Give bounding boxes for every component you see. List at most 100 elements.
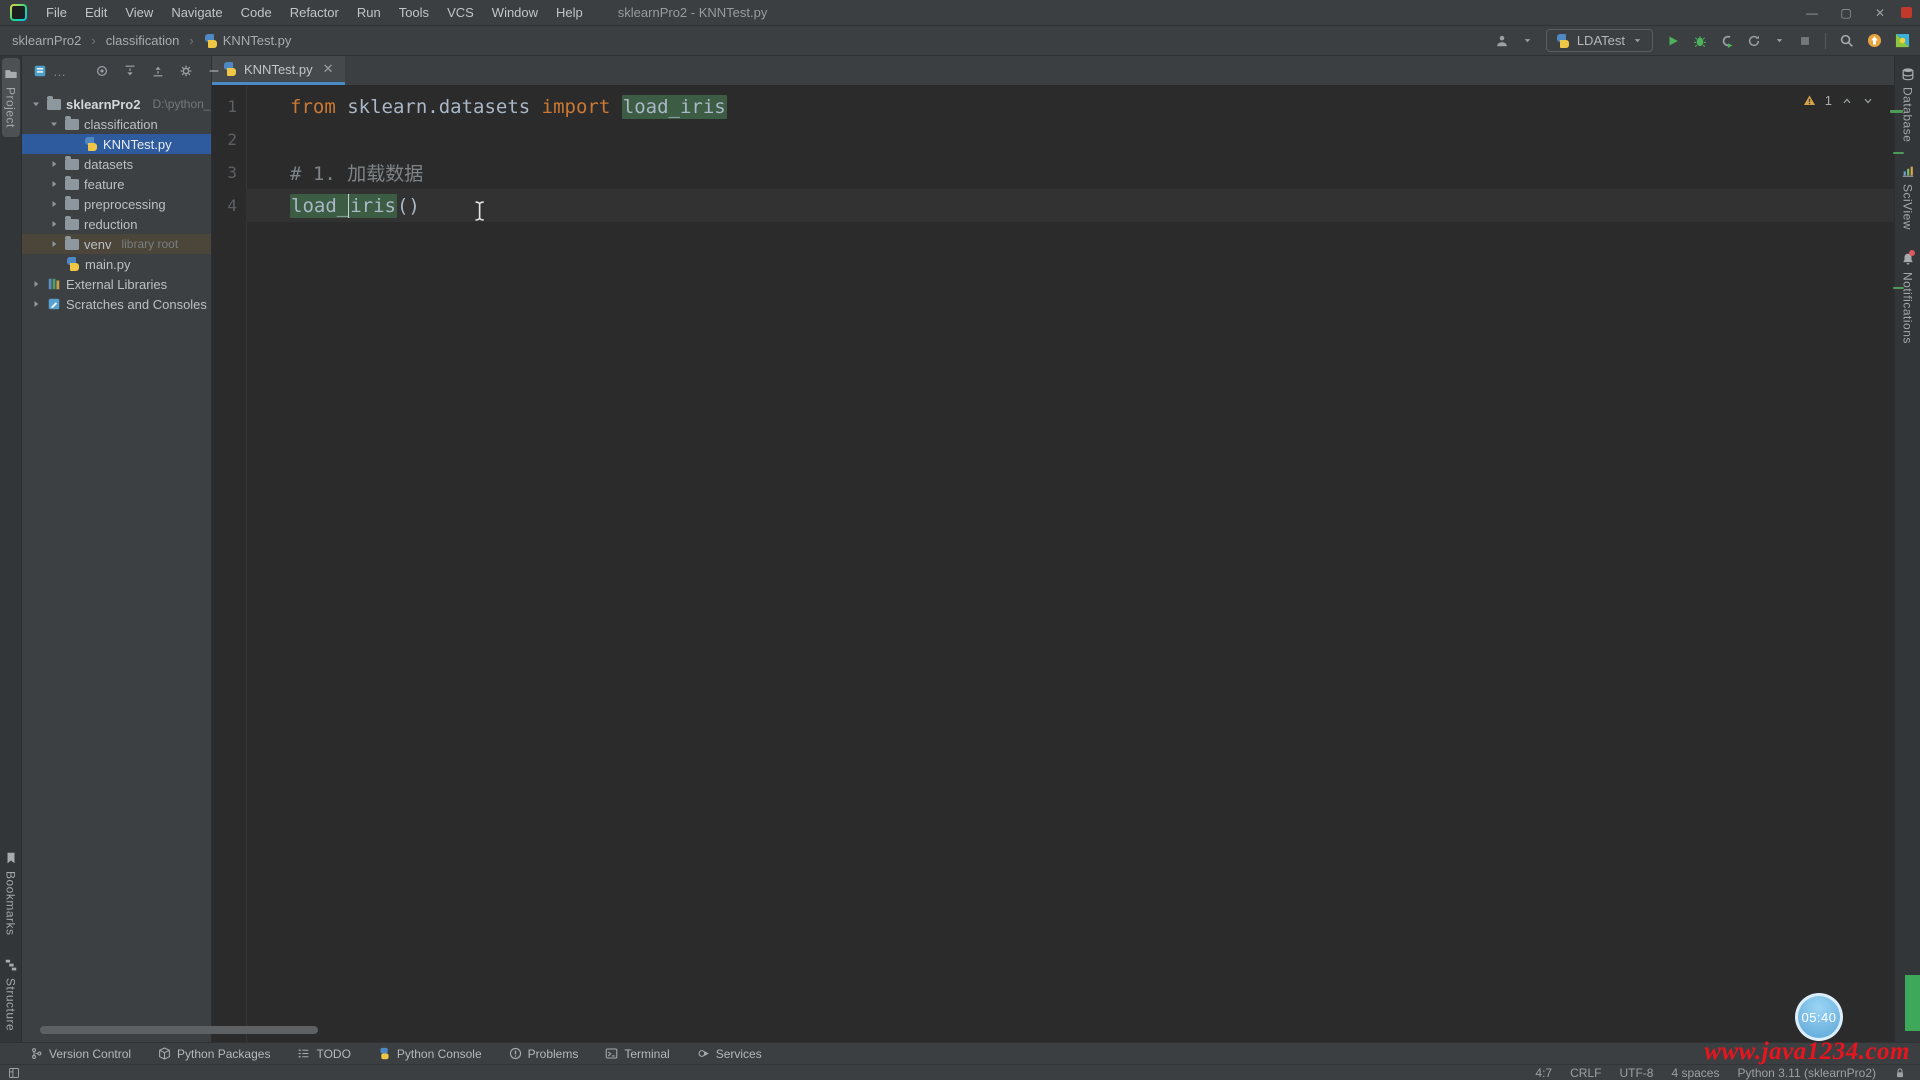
scrollbar-mark xyxy=(1893,287,1904,289)
status-line-separator[interactable]: CRLF xyxy=(1570,1066,1601,1080)
breadcrumb-item-sklearnpro2[interactable]: sklearnPro2 xyxy=(12,33,81,48)
tab-knntest-py[interactable]: KNNTest.py ✕ xyxy=(212,56,345,85)
ide-features-icon[interactable] xyxy=(1895,33,1910,48)
tree-item-preprocessing[interactable]: preprocessing xyxy=(22,194,211,214)
chevron-down-icon[interactable] xyxy=(1774,35,1785,46)
run-with-coverage-button[interactable] xyxy=(1720,34,1734,48)
vcs-user-icon[interactable] xyxy=(1495,34,1509,48)
python-icon xyxy=(1556,34,1570,48)
next-problem-icon[interactable] xyxy=(1862,95,1874,107)
tool-window-button-python-packages[interactable]: Python Packages xyxy=(158,1047,270,1061)
menu-run[interactable]: Run xyxy=(348,0,390,26)
previous-problem-icon[interactable] xyxy=(1841,95,1853,107)
tool-window-tab-bookmarks[interactable]: Bookmarks xyxy=(2,842,20,945)
chevron-down-icon[interactable] xyxy=(1522,35,1533,46)
folder-icon xyxy=(65,219,79,230)
tool-window-button-python-console[interactable]: Python Console xyxy=(378,1047,482,1061)
project-view-icon[interactable] xyxy=(33,64,47,78)
tree-item-classification[interactable]: classification xyxy=(22,114,211,134)
expand-all-icon[interactable] xyxy=(123,64,137,78)
hide-panel-icon[interactable] xyxy=(207,64,221,78)
tree-item-knntest-py[interactable]: KNNTest.py xyxy=(22,134,211,154)
line-number[interactable]: 2 xyxy=(212,123,246,156)
tool-window-button-terminal[interactable]: Terminal xyxy=(605,1047,669,1061)
run-button[interactable] xyxy=(1666,34,1680,48)
update-available-icon[interactable] xyxy=(1867,33,1882,48)
menu-help[interactable]: Help xyxy=(547,0,592,26)
code-line-3[interactable]: 3# 1. 加载数据 xyxy=(212,156,1894,189)
menu-refactor[interactable]: Refactor xyxy=(281,0,348,26)
tree-item-sklearnpro2[interactable]: sklearnPro2D:\python_pro xyxy=(22,94,211,114)
breadcrumb-item-classification[interactable]: classification xyxy=(106,33,180,48)
code-editor[interactable]: 1from sklearn.datasets import load_iris2… xyxy=(212,86,1894,1042)
chevron-right-icon[interactable] xyxy=(30,298,42,310)
ellipsis-icon[interactable]: … xyxy=(53,64,67,79)
code-text[interactable] xyxy=(246,123,1894,156)
code-text[interactable]: # 1. 加载数据 xyxy=(246,156,1894,189)
tool-window-tab-label: Structure xyxy=(4,978,18,1031)
tree-item-scratches-and-consoles[interactable]: Scratches and Consoles xyxy=(22,294,211,314)
tree-item-datasets[interactable]: datasets xyxy=(22,154,211,174)
collapse-all-icon[interactable] xyxy=(151,64,165,78)
project-horizontal-scrollbar[interactable] xyxy=(40,1026,318,1034)
select-opened-file-icon[interactable] xyxy=(95,64,109,78)
status-indent[interactable]: 4 spaces xyxy=(1671,1066,1719,1080)
tree-item-venv[interactable]: venvlibrary root xyxy=(22,234,211,254)
breadcrumb-item-knntest-py[interactable]: KNNTest.py xyxy=(204,33,292,48)
line-number[interactable]: 3 xyxy=(212,156,246,189)
tree-item-reduction[interactable]: reduction xyxy=(22,214,211,234)
chevron-right-icon[interactable] xyxy=(30,278,42,290)
layout-widget-icon[interactable] xyxy=(8,1067,20,1079)
menu-window[interactable]: Window xyxy=(483,0,547,26)
menu-navigate[interactable]: Navigate xyxy=(162,0,231,26)
run-configuration-select[interactable]: LDATest xyxy=(1546,29,1653,52)
menu-tools[interactable]: Tools xyxy=(390,0,438,26)
status-interpreter[interactable]: Python 3.11 (sklearnPro2) xyxy=(1737,1066,1876,1080)
close-button[interactable]: ✕ xyxy=(1863,0,1897,26)
tool-window-button-version-control[interactable]: Version Control xyxy=(30,1047,131,1061)
tool-window-tab-sciview[interactable]: SciView xyxy=(1899,155,1917,239)
chevron-right-icon[interactable] xyxy=(48,238,60,250)
tool-window-tab-structure[interactable]: Structure xyxy=(2,949,20,1040)
tool-window-tab-project[interactable]: Project xyxy=(2,58,20,137)
debug-button[interactable] xyxy=(1693,34,1707,48)
readonly-lock-icon[interactable] xyxy=(1894,1067,1906,1079)
tree-item-external-libraries[interactable]: External Libraries xyxy=(22,274,211,294)
chevron-down-icon[interactable] xyxy=(30,98,42,110)
tool-window-button-problems[interactable]: Problems xyxy=(509,1047,579,1061)
tool-window-tab-database[interactable]: Database xyxy=(1899,58,1917,151)
code-text[interactable]: load_iris() xyxy=(246,189,1894,222)
menu-edit[interactable]: Edit xyxy=(76,0,116,26)
chevron-right-icon[interactable] xyxy=(48,158,60,170)
chevron-right-icon[interactable] xyxy=(48,218,60,230)
status-encoding[interactable]: UTF-8 xyxy=(1619,1066,1653,1080)
close-tab-icon[interactable]: ✕ xyxy=(323,61,334,77)
search-everywhere-icon[interactable] xyxy=(1839,33,1854,48)
tree-item-main-py[interactable]: main.py xyxy=(22,254,211,274)
status-caret-position[interactable]: 4:7 xyxy=(1535,1066,1552,1080)
profiler-button[interactable] xyxy=(1747,34,1761,48)
tree-item-feature[interactable]: feature xyxy=(22,174,211,194)
tool-window-tab-notifications[interactable]: Notifications xyxy=(1899,243,1917,353)
menu-view[interactable]: View xyxy=(116,0,162,26)
editor-column: KNNTest.py ✕ 1from sklearn.datasets impo… xyxy=(212,56,1894,1042)
code-line-4[interactable]: 4load_iris() xyxy=(212,189,1894,222)
code-area[interactable]: 1from sklearn.datasets import load_iris2… xyxy=(212,90,1894,222)
minimize-button[interactable]: — xyxy=(1795,0,1829,26)
menu-vcs[interactable]: VCS xyxy=(438,0,483,26)
inspections-widget[interactable]: 1 xyxy=(1803,93,1874,108)
gear-icon[interactable] xyxy=(179,64,193,78)
chevron-right-icon[interactable] xyxy=(48,198,60,210)
line-number[interactable]: 4 xyxy=(212,189,246,222)
code-line-1[interactable]: 1from sklearn.datasets import load_iris xyxy=(212,90,1894,123)
menu-code[interactable]: Code xyxy=(232,0,281,26)
code-text[interactable]: from sklearn.datasets import load_iris xyxy=(246,90,1894,123)
tool-window-button-todo[interactable]: TODO xyxy=(297,1047,350,1061)
code-line-2[interactable]: 2 xyxy=(212,123,1894,156)
maximize-button[interactable]: ▢ xyxy=(1829,0,1863,26)
menu-file[interactable]: File xyxy=(37,0,76,26)
tool-window-button-services[interactable]: Services xyxy=(697,1047,762,1061)
chevron-right-icon[interactable] xyxy=(48,178,60,190)
line-number[interactable]: 1 xyxy=(212,90,246,123)
chevron-down-icon[interactable] xyxy=(48,118,60,130)
